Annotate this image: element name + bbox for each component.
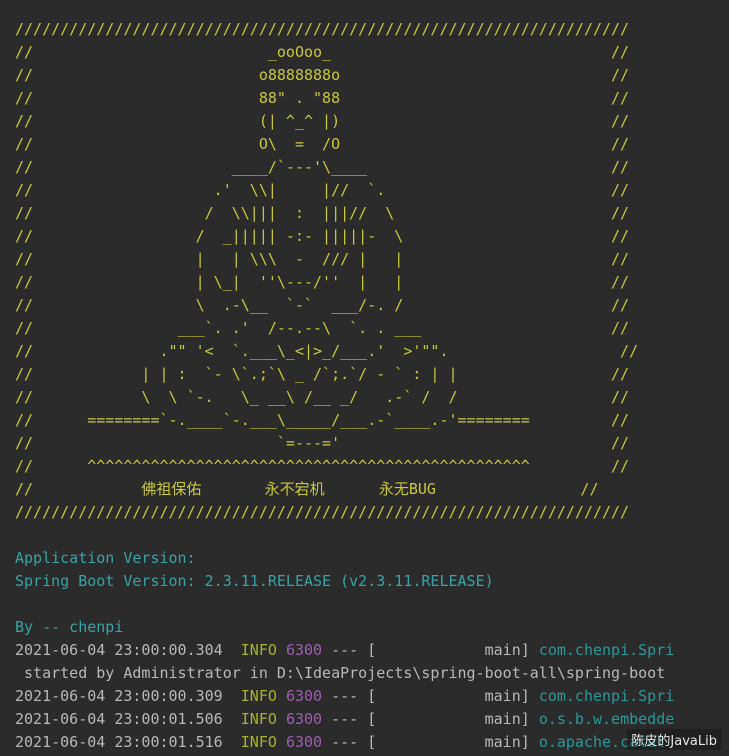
banner-line: // o8888888o // bbox=[15, 66, 630, 84]
log-level: INFO bbox=[240, 687, 277, 705]
banner-line: // ____/`---'\____ // bbox=[15, 158, 630, 176]
author-line: By -- chenpi bbox=[15, 618, 124, 636]
watermark: 陈皮的JavaLib bbox=[627, 729, 721, 750]
log-separator: --- [ bbox=[322, 733, 377, 751]
banner-line: // ========`-.____`-.___\_____/___.-`___… bbox=[15, 411, 630, 429]
log-line: 2021-06-04 23:00:01.506 INFO 6300 --- [ … bbox=[15, 708, 729, 731]
log-logger: com.chenpi.Spri bbox=[538, 687, 675, 705]
log-logger: com.chenpi.Spri bbox=[538, 641, 675, 659]
application-version-line: Application Version: bbox=[15, 549, 205, 567]
banner-line: // \ \ `-. \_ __\ /__ _/ .-` / / // bbox=[15, 388, 630, 406]
banner-line: // | | : `- \`.;`\ _ /`;.`/ - ` : | | // bbox=[15, 365, 630, 383]
log-lines: 2021-06-04 23:00:00.304 INFO 6300 --- [ … bbox=[15, 639, 729, 754]
log-level: INFO bbox=[240, 710, 277, 728]
log-thread: main] bbox=[385, 687, 530, 705]
log-level: INFO bbox=[240, 733, 277, 751]
banner-line: // | | \\\ - /// | | // bbox=[15, 250, 630, 268]
banner-line: // 88" . "88 // bbox=[15, 89, 630, 107]
log-pid: 6300 bbox=[285, 687, 323, 705]
banner-line: // .' \\| |// `. // bbox=[15, 181, 630, 199]
ascii-banner: ////////////////////////////////////////… bbox=[15, 18, 729, 524]
banner-line: // _ooOoo_ // bbox=[15, 43, 630, 61]
log-line: 2021-06-04 23:00:01.516 INFO 6300 --- [ … bbox=[15, 731, 729, 754]
log-separator: --- [ bbox=[322, 710, 377, 728]
banner-line: // O\ = /O // bbox=[15, 135, 630, 153]
banner-line: ////////////////////////////////////////… bbox=[15, 503, 630, 521]
log-line: 2021-06-04 23:00:00.309 INFO 6300 --- [ … bbox=[15, 685, 729, 708]
log-timestamp: 2021-06-04 23:00:00.304 bbox=[15, 641, 223, 659]
banner-line: // ^^^^^^^^^^^^^^^^^^^^^^^^^^^^^^^^^^^^^… bbox=[15, 457, 630, 475]
banner-line: ////////////////////////////////////////… bbox=[15, 20, 630, 38]
log-line: 2021-06-04 23:00:00.304 INFO 6300 --- [ … bbox=[15, 639, 729, 662]
banner-line: // / _||||| -:- |||||- \ // bbox=[15, 227, 630, 245]
log-thread: main] bbox=[385, 733, 530, 751]
banner-line: // / \\||| : |||// \ // bbox=[15, 204, 630, 222]
log-timestamp: 2021-06-04 23:00:01.516 bbox=[15, 733, 223, 751]
spring-boot-version-line: Spring Boot Version: 2.3.11.RELEASE (v2.… bbox=[15, 572, 494, 590]
log-pid: 6300 bbox=[285, 710, 323, 728]
banner-line: // (| ^_^ |) // bbox=[15, 112, 630, 130]
banner-line: // ."" '< `.___\_<|>_/___.' >'"". // bbox=[15, 342, 639, 360]
log-pid: 6300 bbox=[285, 641, 323, 659]
log-logger: o.s.b.w.embedde bbox=[538, 710, 675, 728]
banner-line: // `=---=' // bbox=[15, 434, 630, 452]
banner-line: // ___`. .' /--.--\ `. . ___ // bbox=[15, 319, 630, 337]
log-separator: --- [ bbox=[322, 687, 377, 705]
log-thread: main] bbox=[385, 710, 530, 728]
log-continuation: started by Administrator in D:\IdeaProje… bbox=[15, 664, 666, 682]
log-timestamp: 2021-06-04 23:00:00.309 bbox=[15, 687, 223, 705]
banner-line: // 佛祖保佑 永不宕机 永无BUG // bbox=[15, 480, 599, 498]
log-level: INFO bbox=[240, 641, 277, 659]
log-timestamp: 2021-06-04 23:00:01.506 bbox=[15, 710, 223, 728]
banner-line: // | \_| ''\---/'' | | // bbox=[15, 273, 630, 291]
log-line: started by Administrator in D:\IdeaProje… bbox=[15, 662, 729, 685]
console-output: ////////////////////////////////////////… bbox=[15, 18, 729, 754]
banner-line: // \ .-\__ `-` ___/-. / // bbox=[15, 296, 630, 314]
log-separator: --- [ bbox=[322, 641, 377, 659]
log-pid: 6300 bbox=[285, 733, 323, 751]
log-thread: main] bbox=[385, 641, 530, 659]
